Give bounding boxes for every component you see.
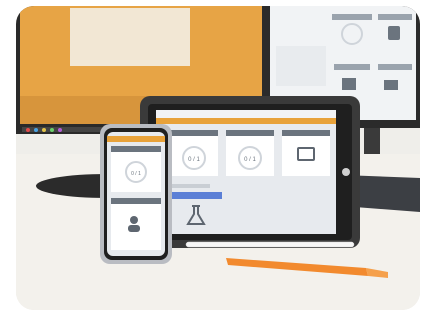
tablet: 0 / 1 0 / 1 — [140, 96, 360, 248]
right-card-header — [334, 64, 370, 70]
user-icon — [130, 216, 138, 224]
office-photo: 0 / 1 0 / 1 0 / 1 — [16, 6, 420, 310]
user-icon-body — [128, 225, 140, 232]
right-share-icon — [342, 78, 356, 90]
tablet-card-2-header — [226, 130, 274, 136]
phone-card-1-header — [111, 146, 161, 152]
phone-card-1-value: 0 / 1 — [131, 171, 141, 177]
right-user-icon — [388, 26, 400, 40]
tablet-card-3-header — [282, 130, 330, 136]
tablet-card-2-value: 0 / 1 — [244, 157, 256, 163]
dock-icon — [58, 128, 62, 132]
tablet-card-1-header — [170, 130, 218, 136]
right-card-header — [332, 14, 372, 20]
right-chart-icon — [384, 80, 398, 90]
dock-icon — [34, 128, 38, 132]
dock-icon — [42, 128, 46, 132]
dock-icon — [50, 128, 54, 132]
phone-app-header — [107, 136, 165, 142]
right-card-header — [378, 14, 412, 20]
tablet-link-button[interactable] — [170, 192, 222, 199]
phone-card-2 — [111, 198, 161, 250]
left-monitor-window — [70, 8, 190, 66]
tablet-app-header — [156, 118, 336, 124]
scene-svg: 0 / 1 0 / 1 0 / 1 — [16, 6, 420, 310]
tablet-section-label — [170, 184, 210, 188]
left-monitor-dock — [22, 127, 102, 132]
stylus — [185, 241, 355, 248]
right-sidebar — [276, 46, 326, 86]
phone-card-2-header — [111, 198, 161, 204]
phone: 0 / 1 — [100, 124, 172, 264]
tablet-card-1-value: 0 / 1 — [188, 157, 200, 163]
right-card-header — [378, 64, 412, 70]
dock-icon — [26, 128, 30, 132]
photo-page: 0 / 1 0 / 1 0 / 1 — [0, 0, 430, 316]
tablet-home-button[interactable] — [342, 168, 350, 176]
phone-card-1 — [111, 146, 161, 192]
tablet-browser-bar — [156, 110, 336, 118]
tablet-card-3 — [282, 130, 330, 176]
